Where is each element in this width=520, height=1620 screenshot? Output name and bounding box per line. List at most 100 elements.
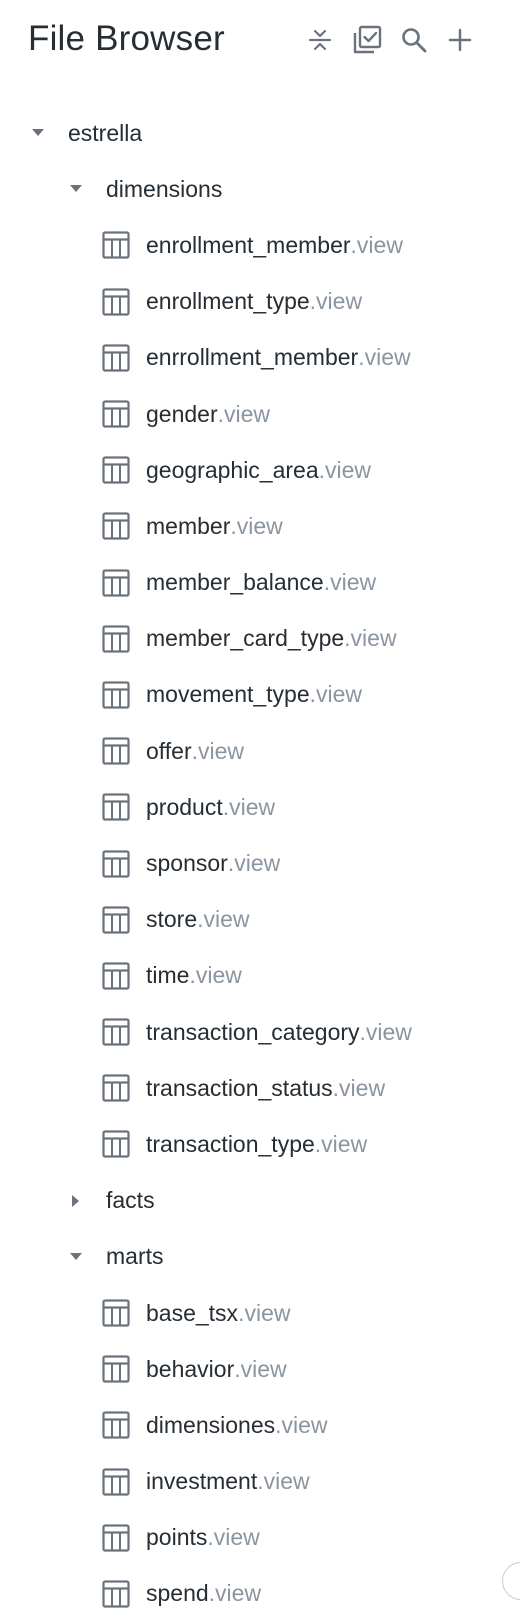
file-name: gender xyxy=(146,400,218,427)
file-item[interactable]: transaction_type .view xyxy=(0,1116,520,1172)
table-icon xyxy=(101,1298,131,1328)
file-item[interactable]: geographic_area .view xyxy=(0,442,520,498)
file-name: enrrollment_member xyxy=(146,344,359,371)
file-name: movement_type xyxy=(146,681,310,708)
file-extension: .view xyxy=(197,906,250,933)
file-item[interactable]: base_tsx .view xyxy=(0,1285,520,1341)
caret-down-icon xyxy=(28,123,48,143)
table-icon xyxy=(101,287,131,317)
table-icon xyxy=(101,568,131,598)
search-button[interactable] xyxy=(396,22,432,58)
file-name: enrollment_type xyxy=(146,288,310,315)
file-extension: .view xyxy=(344,625,397,652)
file-item[interactable]: store .view xyxy=(0,892,520,948)
file-extension: .view xyxy=(208,1580,262,1607)
file-item[interactable]: spend .view xyxy=(0,1566,520,1620)
table-icon xyxy=(101,399,131,429)
file-extension: .view xyxy=(332,1074,386,1101)
file-extension: .view xyxy=(217,400,271,427)
file-name: enrollment_member xyxy=(146,231,351,258)
add-button[interactable] xyxy=(442,22,478,58)
caret-right-icon xyxy=(66,1191,86,1211)
file-item[interactable]: enrollment_type .view xyxy=(0,274,520,330)
table-icon xyxy=(101,1410,131,1440)
table-icon xyxy=(101,511,131,541)
file-item[interactable]: investment .view xyxy=(0,1454,520,1510)
folder-label: estrella xyxy=(68,119,143,146)
folder-label: dimensions xyxy=(106,175,223,202)
file-extension: .view xyxy=(207,1524,260,1551)
collapse-all-icon xyxy=(307,27,333,53)
folder-dimensions[interactable]: dimensions xyxy=(0,161,520,217)
file-item[interactable]: transaction_category .view xyxy=(0,1004,520,1060)
file-extension: .view xyxy=(350,231,403,258)
folder-facts[interactable]: facts xyxy=(0,1173,520,1229)
file-item[interactable]: enrollment_member .view xyxy=(0,217,520,273)
table-icon xyxy=(101,230,131,260)
table-icon xyxy=(101,961,131,991)
file-item[interactable]: enrrollment_member .view xyxy=(0,330,520,386)
table-icon xyxy=(101,905,131,935)
file-browser-panel: File Browser estrella dimensions enrollm… xyxy=(0,0,520,1620)
file-item[interactable]: time .view xyxy=(0,948,520,1004)
file-name: behavior xyxy=(146,1355,235,1382)
file-item[interactable]: member_card_type .view xyxy=(0,611,520,667)
table-icon xyxy=(101,849,131,879)
file-name: store xyxy=(146,906,198,933)
caret-down-icon xyxy=(66,1247,86,1267)
table-icon xyxy=(101,624,131,654)
table-icon xyxy=(101,455,131,485)
file-browser-header: File Browser xyxy=(0,0,520,80)
file-extension: .view xyxy=(227,850,281,877)
file-extension: .view xyxy=(309,681,363,708)
table-icon xyxy=(101,1467,131,1497)
file-extension: .view xyxy=(257,1468,310,1495)
table-icon xyxy=(101,1017,131,1047)
file-name: transaction_status xyxy=(146,1074,333,1101)
panel-title: File Browser xyxy=(28,19,225,58)
file-name: sponsor xyxy=(146,850,228,877)
file-item[interactable]: behavior .view xyxy=(0,1341,520,1397)
file-extension: .view xyxy=(230,512,283,539)
file-item[interactable]: offer .view xyxy=(0,723,520,779)
caret-down-icon xyxy=(66,179,86,199)
table-icon xyxy=(101,1073,131,1103)
file-item[interactable]: sponsor .view xyxy=(0,835,520,891)
file-extension: .view xyxy=(238,1299,291,1326)
file-item[interactable]: movement_type .view xyxy=(0,667,520,723)
file-item[interactable]: dimensiones .view xyxy=(0,1397,520,1453)
file-name: spend xyxy=(146,1580,209,1607)
file-item[interactable]: member .view xyxy=(0,498,520,554)
file-item[interactable]: gender .view xyxy=(0,386,520,442)
file-name: base_tsx xyxy=(146,1299,239,1326)
file-name: transaction_category xyxy=(146,1018,360,1045)
folder-label: marts xyxy=(106,1243,164,1270)
file-extension: .view xyxy=(358,344,411,371)
file-name: member_card_type xyxy=(146,625,345,652)
file-item[interactable]: member_balance .view xyxy=(0,555,520,611)
file-item[interactable]: points .view xyxy=(0,1510,520,1566)
file-name: member xyxy=(146,512,231,539)
file-name: time xyxy=(146,962,190,989)
file-name: offer xyxy=(146,737,192,764)
folder-estrella[interactable]: estrella xyxy=(0,105,520,161)
table-icon xyxy=(101,792,131,822)
table-icon xyxy=(101,343,131,373)
file-tree: estrella dimensions enrollment_member .vi… xyxy=(0,105,520,1620)
file-extension: .view xyxy=(275,1411,328,1438)
collapse-all-button[interactable] xyxy=(302,22,338,58)
select-multiple-button[interactable] xyxy=(349,22,385,58)
file-extension: .view xyxy=(222,793,276,820)
file-extension: .view xyxy=(309,288,363,315)
table-icon xyxy=(101,736,131,766)
file-extension: .view xyxy=(314,1130,368,1157)
table-icon xyxy=(101,1129,131,1159)
file-item[interactable]: product .view xyxy=(0,779,520,835)
file-name: dimensiones xyxy=(146,1411,276,1438)
file-extension: .view xyxy=(191,737,245,764)
select-multiple-icon xyxy=(351,24,383,56)
folder-marts[interactable]: marts xyxy=(0,1229,520,1285)
table-icon xyxy=(101,680,131,710)
file-name: member_balance xyxy=(146,569,324,596)
file-item[interactable]: transaction_status .view xyxy=(0,1060,520,1116)
